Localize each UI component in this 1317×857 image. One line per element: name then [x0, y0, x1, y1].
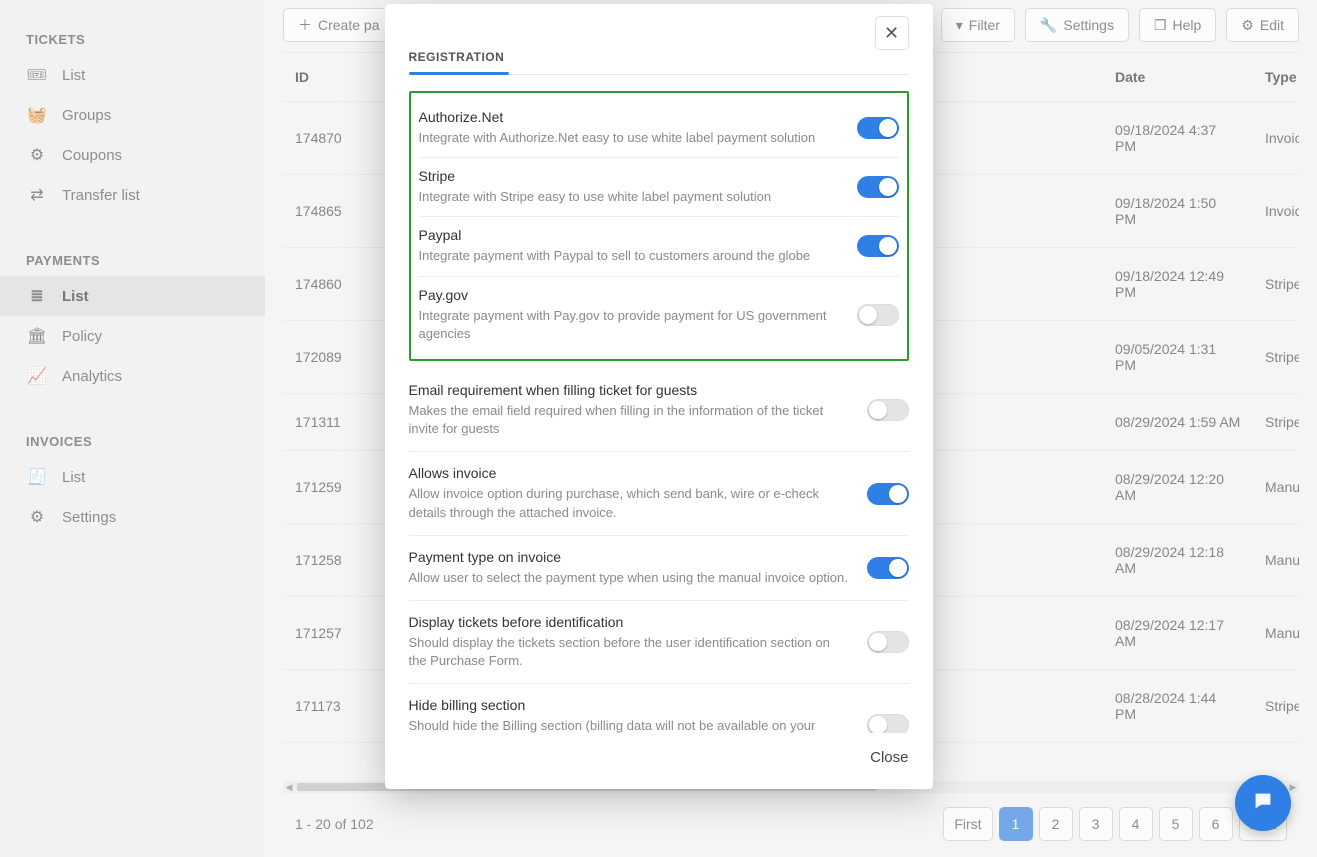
toggle-knob	[869, 716, 887, 733]
setting-row-paypal: Paypal Integrate payment with Paypal to s…	[419, 217, 899, 276]
chat-icon	[1250, 788, 1276, 819]
toggle-knob	[879, 119, 897, 137]
setting-row-email-requirement-when-filling-ticket-for-guests: Email requirement when filling ticket fo…	[409, 369, 909, 452]
setting-row-pay-gov: Pay.gov Integrate payment with Pay.gov to…	[419, 277, 899, 353]
close-icon: ✕	[884, 23, 899, 44]
intercom-launcher[interactable]	[1235, 775, 1291, 831]
modal-header: ✕	[385, 4, 933, 50]
setting-title: Display tickets before identification	[409, 614, 849, 630]
toggle-knob	[859, 306, 877, 324]
setting-title: Pay.gov	[419, 287, 839, 303]
setting-description: Integrate payment with Pay.gov to provid…	[419, 307, 839, 343]
toggle[interactable]	[857, 304, 899, 326]
toggle-knob	[869, 633, 887, 651]
setting-row-authorize-net: Authorize.Net Integrate with Authorize.Ne…	[419, 99, 899, 158]
setting-description: Should display the tickets section befor…	[409, 634, 849, 670]
toggle-knob	[879, 178, 897, 196]
toggle-knob	[879, 237, 897, 255]
modal-close-link[interactable]: Close	[870, 749, 908, 766]
toggle-knob	[869, 401, 887, 419]
toggle[interactable]	[867, 714, 909, 733]
toggle[interactable]	[867, 399, 909, 421]
toggle[interactable]	[867, 483, 909, 505]
modal-close-button[interactable]: ✕	[875, 16, 909, 50]
setting-title: Allows invoice	[409, 465, 849, 481]
setting-description: Integrate with Authorize.Net easy to use…	[419, 129, 839, 147]
tab-registration[interactable]: REGISTRATION	[409, 50, 909, 74]
modal-body: Authorize.Net Integrate with Authorize.Ne…	[385, 81, 933, 733]
registration-settings-modal: ✕ REGISTRATION Authorize.Net Integrate wi…	[385, 4, 933, 789]
setting-row-hide-billing-section: Hide billing section Should hide the Bill…	[409, 684, 909, 733]
setting-row-display-tickets-before-identification: Display tickets before identification Sho…	[409, 601, 909, 684]
setting-title: Paypal	[419, 227, 839, 243]
payment-providers-highlight: Authorize.Net Integrate with Authorize.Ne…	[409, 91, 909, 361]
setting-row-payment-type-on-invoice: Payment type on invoice Allow user to sel…	[409, 536, 909, 601]
setting-title: Stripe	[419, 168, 839, 184]
setting-title: Authorize.Net	[419, 109, 839, 125]
toggle[interactable]	[867, 557, 909, 579]
setting-description: Integrate with Stripe easy to use white …	[419, 188, 839, 206]
setting-description: Integrate payment with Paypal to sell to…	[419, 247, 839, 265]
modal-tabs: REGISTRATION	[409, 50, 909, 75]
toggle-knob	[889, 559, 907, 577]
toggle[interactable]	[867, 631, 909, 653]
setting-description: Allow user to select the payment type wh…	[409, 569, 849, 587]
setting-row-stripe: Stripe Integrate with Stripe easy to use …	[419, 158, 899, 217]
tab-underline	[409, 72, 509, 75]
setting-title: Email requirement when filling ticket fo…	[409, 382, 849, 398]
setting-description: Makes the email field required when fill…	[409, 402, 849, 438]
setting-description: Allow invoice option during purchase, wh…	[409, 485, 849, 521]
modal-backdrop[interactable]: ✕ REGISTRATION Authorize.Net Integrate wi…	[0, 0, 1317, 857]
modal-footer: Close	[385, 733, 933, 789]
setting-title: Payment type on invoice	[409, 549, 849, 565]
toggle[interactable]	[857, 235, 899, 257]
setting-row-allows-invoice: Allows invoice Allow invoice option durin…	[409, 452, 909, 535]
setting-title: Hide billing section	[409, 697, 849, 713]
toggle-knob	[889, 485, 907, 503]
setting-description: Should hide the Billing section (billing…	[409, 717, 849, 733]
toggle[interactable]	[857, 117, 899, 139]
toggle[interactable]	[857, 176, 899, 198]
